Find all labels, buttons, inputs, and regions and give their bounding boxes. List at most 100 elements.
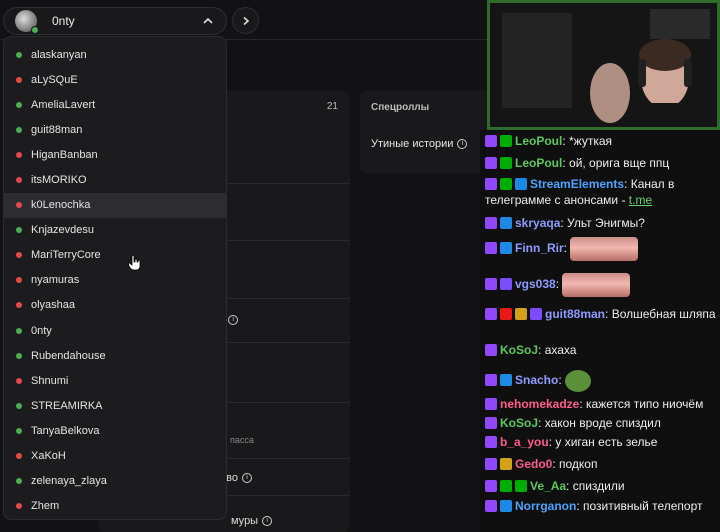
chat-username[interactable]: b_a_you xyxy=(500,435,549,449)
chat-text: хакон вроде спиздил xyxy=(544,416,661,430)
dropdown-item[interactable]: STREAMIRKA xyxy=(4,393,226,418)
dropdown-item[interactable]: Knjazevdesu xyxy=(4,218,226,243)
chat-message: guit88man: Волшебная шляпа xyxy=(480,306,720,322)
chat-username[interactable]: LeoPoul xyxy=(515,134,562,148)
chat-text: кажется типо ниочём xyxy=(586,397,704,411)
status-dot xyxy=(16,227,22,234)
chat-link[interactable]: t.me xyxy=(629,193,652,207)
dropdown-item-label: Knjazevdesu xyxy=(31,224,94,237)
chat-username[interactable]: Finn_Rir xyxy=(515,241,564,255)
chat-username[interactable]: Ve_Aa xyxy=(530,479,566,493)
dropdown-item[interactable]: olyashaa xyxy=(4,293,226,318)
info-icon[interactable]: i xyxy=(262,516,273,526)
dropdown-item[interactable]: 0nty xyxy=(4,318,226,343)
chat-badge-icon xyxy=(485,278,497,291)
chat-message: nehomekadze: кажется типо ниочём xyxy=(480,396,720,412)
item-count: 21 xyxy=(326,101,338,112)
dropdown-item[interactable]: MariTerryCore xyxy=(4,243,226,268)
status-dot xyxy=(16,151,22,158)
chat-text: Волшебная шляпа xyxy=(611,307,716,321)
chat-badge-icon xyxy=(485,242,497,255)
chat-text: ой, орига вще ппц xyxy=(569,156,670,170)
chat-username[interactable]: StreamElements xyxy=(530,177,624,191)
panel-row[interactable]: муры i xyxy=(231,515,273,527)
status-dot xyxy=(16,76,22,83)
status-dot xyxy=(16,252,22,259)
chat-badge-icon xyxy=(515,178,527,190)
dropdown-item[interactable]: zelenaya_zlaya xyxy=(4,469,226,494)
chat-badge-icon xyxy=(500,374,512,387)
chat-message: Norrganon: позитивный телепорт xyxy=(480,498,720,514)
status-dot xyxy=(16,453,22,460)
chat-username[interactable]: KoSoJ xyxy=(500,343,538,357)
dropdown-item[interactable]: itsMORIKO xyxy=(4,167,226,192)
chat-badge-icon xyxy=(500,217,512,229)
chat-message: b_a_you: у хиган есть зелье xyxy=(480,434,720,450)
streamer-select[interactable]: 0nty xyxy=(3,7,227,35)
chat-username[interactable]: vgs038 xyxy=(515,277,556,291)
dropdown-item-label: alaskanyan xyxy=(31,48,87,61)
panel-row-label: муры xyxy=(231,515,259,527)
info-icon[interactable]: i xyxy=(228,315,239,325)
chat-badge-icon xyxy=(485,374,497,387)
chat-username[interactable]: guit88man xyxy=(545,307,605,321)
info-icon[interactable]: i xyxy=(457,139,468,149)
chat-username[interactable]: KoSoJ xyxy=(500,416,538,430)
dropdown-item[interactable]: HiganBanban xyxy=(4,142,226,167)
status-dot xyxy=(16,402,22,409)
dropdown-item-label: TanyaBelkova xyxy=(31,424,100,437)
streamer-dropdown: alaskanyan aLySQuE AmeliaLavert guit88man Hi… xyxy=(3,36,227,520)
chat-badge-icon xyxy=(485,217,497,229)
chat-message: LeoPoul: ой, орига вще ппц xyxy=(480,155,720,171)
chat-badge-icon xyxy=(485,157,497,169)
dropdown-item[interactable]: alaskanyan xyxy=(4,42,226,67)
dropdown-item-label: k0Lenochka xyxy=(31,199,91,212)
chat-badge-icon xyxy=(530,308,542,320)
dropdown-item[interactable]: Rubendahouse xyxy=(4,343,226,368)
dropdown-item[interactable]: Shnumi xyxy=(4,368,226,393)
dropdown-item-label: olyashaa xyxy=(31,299,76,312)
chat-text: *жуткая xyxy=(569,134,613,148)
dropdown-item[interactable]: nyamuras xyxy=(4,268,226,293)
chat-username[interactable]: LeoPoul xyxy=(515,156,562,170)
emote-image xyxy=(570,237,639,261)
chat-username[interactable]: Snacho xyxy=(515,373,558,387)
dropdown-item-label: MariTerryCore xyxy=(31,249,101,262)
pepe-emote-icon xyxy=(565,370,592,392)
dropdown-item[interactable]: AmeliaLavert xyxy=(4,92,226,117)
chat-badge-icon xyxy=(500,308,512,320)
chat-badge-icon xyxy=(500,178,512,190)
chat-text: подкоп xyxy=(559,457,598,471)
chat-badge-icon xyxy=(500,242,512,255)
chat-badge-icon xyxy=(485,135,497,147)
special-roll-item[interactable]: Утиные истории i xyxy=(371,138,468,150)
chat-username[interactable]: skryaqa xyxy=(515,216,560,230)
chat-message: Finn_Rir: xyxy=(480,237,720,261)
panel-row-sub: пасса xyxy=(230,435,254,445)
dropdown-item-label: Shnumi xyxy=(31,374,69,387)
chat-badge-icon xyxy=(485,398,497,410)
dropdown-item[interactable]: Zhem xyxy=(4,494,226,519)
chat-text: Ульт Энигмы? xyxy=(567,216,645,230)
dropdown-item-label: 0nty xyxy=(31,324,52,337)
chat-badge-icon xyxy=(500,135,512,147)
chevron-up-icon[interactable] xyxy=(202,15,214,27)
chat-badge-icon xyxy=(485,436,497,448)
dropdown-item[interactable]: guit88man xyxy=(4,117,226,142)
dropdown-item[interactable]: aLySQuE xyxy=(4,67,226,92)
next-button[interactable] xyxy=(232,7,259,34)
chat-username[interactable]: nehomekadze xyxy=(500,397,579,411)
chat-badge-icon xyxy=(485,500,497,512)
dropdown-item-label: AmeliaLavert xyxy=(31,98,96,111)
dropdown-item[interactable]: XaKoH xyxy=(4,444,226,469)
avatar xyxy=(15,10,39,34)
dropdown-item[interactable]: k0Lenochka xyxy=(4,192,226,218)
dropdown-item[interactable]: TanyaBelkova xyxy=(4,418,226,443)
chat-username[interactable]: Norrganon xyxy=(515,499,576,513)
info-icon[interactable]: i xyxy=(241,473,252,483)
chat-username[interactable]: Gedo0 xyxy=(515,457,552,471)
emote-image xyxy=(562,273,631,297)
chat-panel: LeoPoul: *жуткая LeoPoul: ой, орига вще п… xyxy=(480,130,720,532)
status-dot xyxy=(16,277,22,284)
online-status-dot xyxy=(31,26,39,34)
